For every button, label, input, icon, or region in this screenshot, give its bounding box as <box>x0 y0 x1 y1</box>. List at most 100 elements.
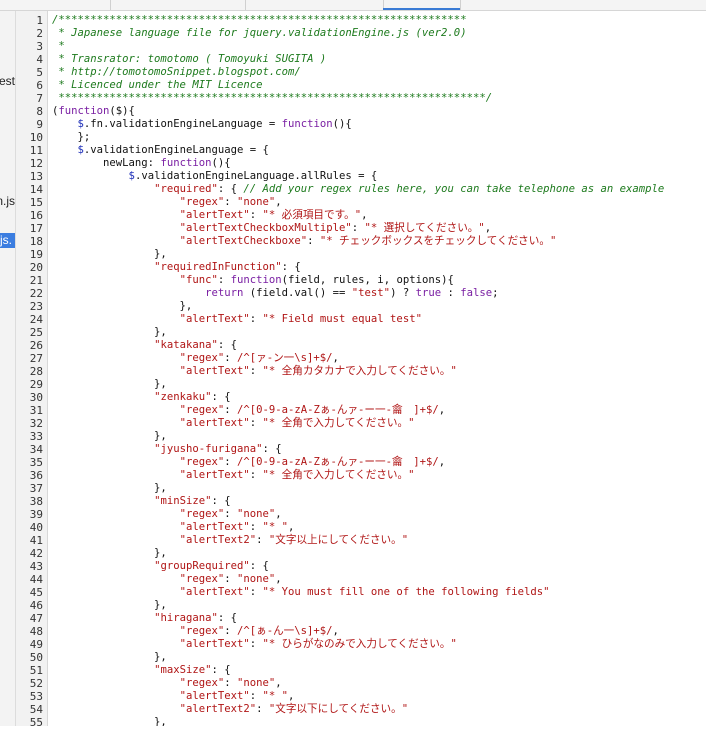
code-token: : <box>249 469 263 481</box>
code-token: , <box>438 404 446 416</box>
code-line: "regex": "none", <box>52 508 282 521</box>
code-token: : <box>217 274 231 286</box>
code-token: .fn.validationEngineLanguage = <box>83 118 282 130</box>
code-token: newLang: <box>52 157 161 169</box>
code-line: "alertText": "* 全角カタカナで入力してください。" <box>52 365 457 378</box>
code-token: function <box>230 274 282 286</box>
code-token: : { <box>211 664 231 676</box>
tab-item[interactable] <box>0 0 111 10</box>
line-number: 7 <box>36 92 43 105</box>
sidebar-file-label: n.js <box>0 194 15 208</box>
code-token: }; <box>52 131 91 143</box>
line-number: 12 <box>29 157 43 170</box>
code-token: : <box>441 287 461 299</box>
line-number: 41 <box>29 534 43 547</box>
code-token: "alertText" <box>179 638 250 650</box>
line-number: 8 <box>36 105 43 118</box>
code-line: "regex": "none", <box>52 573 282 586</box>
code-token: "* Field must equal test" <box>262 313 422 325</box>
sidebar-file-item-active[interactable]: .js <box>0 233 15 248</box>
code-token: ; <box>492 287 499 299</box>
code-token: "alertText2" <box>179 703 257 715</box>
line-number: 19 <box>29 248 43 261</box>
code-token: : <box>224 352 237 364</box>
line-number: 52 <box>29 677 43 690</box>
code-token: // Add your regex rules here, you can ta… <box>243 183 665 195</box>
code-line: "jyusho-furigana": { <box>52 443 282 456</box>
code-line: "hiragana": { <box>52 612 237 625</box>
line-number: 25 <box>29 326 43 339</box>
code-line: "zenkaku": { <box>52 391 231 404</box>
code-token: : <box>224 508 237 520</box>
file-sidebar: test n.js .js <box>0 11 16 726</box>
code-line: }, <box>52 547 167 560</box>
code-line: "alertText2": "文字以下にしてください。" <box>52 703 409 716</box>
line-number: 20 <box>29 261 43 274</box>
code-token: "regex" <box>179 352 225 364</box>
sidebar-file-item[interactable]: test <box>0 74 15 89</box>
tab-item[interactable] <box>110 0 246 10</box>
code-line: "requiredInFunction": { <box>52 261 301 274</box>
code-token: "regex" <box>179 573 225 585</box>
code-token: : { <box>211 495 231 507</box>
code-line: $.fn.validationEngineLanguage = function… <box>52 118 352 131</box>
line-number: 5 <box>36 66 43 79</box>
code-line: (function($){ <box>52 105 135 118</box>
code-editor[interactable]: /***************************************… <box>48 11 706 726</box>
code-token: : <box>249 586 263 598</box>
code-token: "alertText" <box>179 469 250 481</box>
code-token: : <box>351 222 365 234</box>
code-line: "alertText": "* ひらがなのみで入力してください。" <box>52 638 457 651</box>
code-token: "* チェックボックスをチェックしてください。" <box>319 235 557 247</box>
sidebar-file-item[interactable]: n.js <box>0 194 15 209</box>
code-token: }, <box>52 430 167 442</box>
code-token: "requiredInFunction" <box>154 261 282 273</box>
code-token: }, <box>52 599 167 611</box>
code-token: : <box>224 625 237 637</box>
code-line: }, <box>52 716 167 726</box>
line-number: 15 <box>29 196 43 209</box>
code-token: "none" <box>236 508 276 520</box>
code-token: (){ <box>211 157 231 169</box>
line-number: 10 <box>29 131 43 144</box>
line-number: 22 <box>29 287 43 300</box>
code-token: : <box>249 313 263 325</box>
code-token: : <box>224 573 237 585</box>
code-token: false <box>460 287 493 299</box>
code-token: : <box>307 235 320 247</box>
code-token: * <box>52 40 65 52</box>
code-token: "regex" <box>179 456 225 468</box>
code-line: }, <box>52 248 167 261</box>
line-number: 9 <box>36 118 43 131</box>
code-line: "alertText": "* ", <box>52 690 295 703</box>
tab-bar <box>0 0 706 11</box>
code-token: "* 全角カタカナで入力してください。" <box>262 365 457 377</box>
line-number: 38 <box>29 495 43 508</box>
code-line: "func": function(field, rules, i, option… <box>52 274 454 287</box>
tab-item[interactable] <box>245 0 384 10</box>
code-line: * Transrator: tomotomo ( Tomoyuki SUGITA… <box>52 53 326 66</box>
code-token: (field.val() == <box>243 287 352 299</box>
code-line: }; <box>52 131 91 144</box>
code-token: , <box>332 625 339 637</box>
code-token: "alertText2" <box>179 534 257 546</box>
code-token: "alertText" <box>179 313 250 325</box>
line-number: 42 <box>29 547 43 560</box>
code-token: : <box>249 209 263 221</box>
code-token: "required" <box>154 183 218 195</box>
active-tab-indicator <box>383 8 460 10</box>
code-line: }, <box>52 651 167 664</box>
code-token: return <box>205 287 244 299</box>
